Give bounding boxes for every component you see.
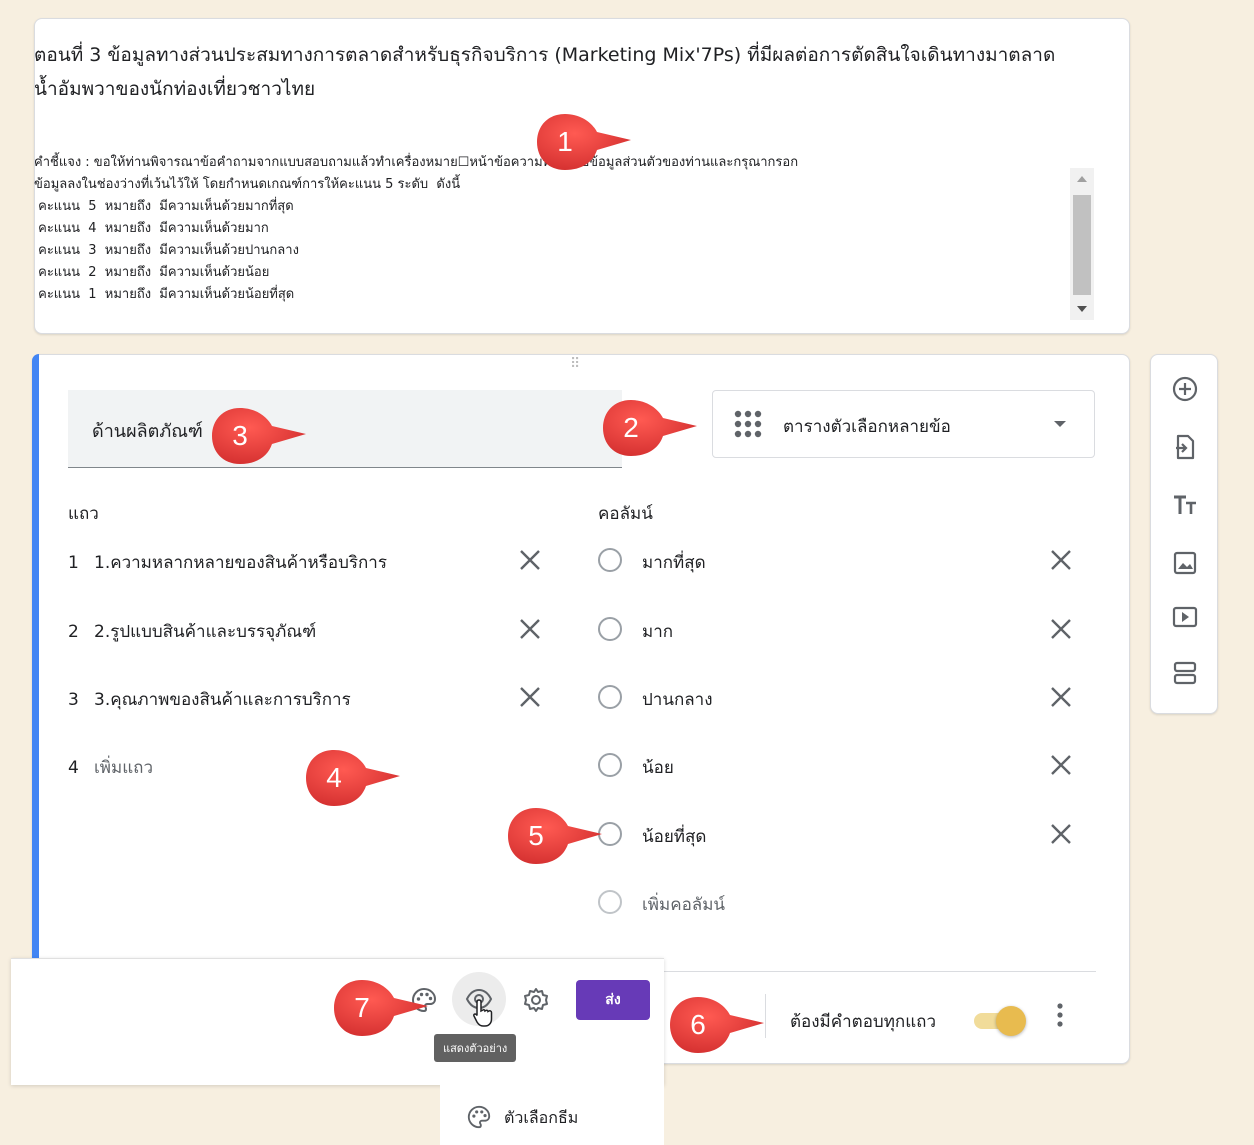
add-video-icon[interactable] (1171, 603, 1199, 631)
radio-icon (598, 617, 622, 641)
add-question-icon[interactable] (1171, 375, 1199, 403)
add-column-label: เพิ่มคอลัมน์ (642, 895, 726, 915)
chevron-down-icon (1054, 421, 1066, 427)
scrollbar-thumb[interactable] (1073, 195, 1091, 295)
grid-row-input[interactable]: 1 1.ความหลากหลายของสินค้าหรือบริการ (68, 549, 387, 576)
send-button[interactable]: ส่ง (576, 980, 650, 1020)
radio-icon (598, 548, 622, 572)
column-label: ปานกลาง (642, 690, 713, 710)
remove-column-icon[interactable] (1049, 753, 1073, 777)
column-label: มาก (642, 622, 674, 642)
grid-row-input[interactable]: 2 2.รูปแบบสินค้าและบรรจุภัณฑ์ (68, 618, 316, 645)
callout-number: 3 (232, 420, 248, 451)
callout-number: 6 (690, 1009, 706, 1040)
remove-column-icon[interactable] (1049, 617, 1073, 641)
columns-heading: คอลัมน์ (598, 504, 653, 524)
add-image-icon[interactable] (1171, 549, 1199, 577)
add-row-label: เพิ่มแถว (94, 758, 154, 778)
required-toggle[interactable] (974, 1006, 1026, 1036)
row-number: 1 (68, 553, 79, 573)
radio-icon (598, 685, 622, 709)
theme-options-menu-item[interactable]: ตัวเลือกธีม (440, 1084, 664, 1145)
description-line: คะแนน 2 หมายถึง มีความเห็นด้วยน้อย (34, 265, 270, 280)
callout-number: 7 (354, 992, 370, 1023)
description-scrollbar[interactable] (1070, 168, 1094, 320)
callout-marker: 1 (533, 110, 633, 174)
remove-column-icon[interactable] (1049, 548, 1073, 572)
add-title-icon[interactable] (1171, 491, 1199, 519)
question-title-text: ด้านผลิตภัณฑ์ (92, 421, 203, 442)
column-label: น้อย (642, 758, 674, 778)
row-label: 2.รูปแบบสินค้าและบรรจุภัณฑ์ (94, 622, 317, 642)
gear-icon[interactable] (522, 986, 550, 1014)
callout-number: 1 (557, 126, 573, 157)
callout-marker: 3 (208, 404, 308, 468)
row-number: 2 (68, 622, 79, 642)
theme-options-label: ตัวเลือกธีม (504, 1108, 579, 1127)
palette-icon (467, 1105, 491, 1129)
hand-cursor-icon (473, 999, 493, 1027)
row-label: 1.ความหลากหลายของสินค้าหรือบริการ (94, 553, 387, 573)
callout-number: 2 (623, 412, 639, 443)
rows-heading: แถว (68, 504, 99, 524)
section-title[interactable]: ตอนที่ 3 ข้อมูลทางส่วนประสมทางการตลาดสำห… (34, 38, 1074, 106)
callout-marker: 7 (330, 976, 430, 1040)
question-title-input[interactable]: ด้านผลิตภัณฑ์ (68, 390, 622, 468)
remove-row-icon[interactable] (518, 617, 542, 641)
grid-row-input[interactable]: 3 3.คุณภาพของสินค้าและการบริการ (68, 686, 351, 713)
row-number: 4 (68, 758, 79, 778)
remove-row-icon[interactable] (518, 685, 542, 709)
scroll-up-icon[interactable] (1077, 176, 1087, 182)
row-label: 3.คุณภาพของสินค้าและการบริการ (94, 690, 351, 710)
add-row-input[interactable]: 4 เพิ่มแถว (68, 754, 153, 781)
remove-column-icon[interactable] (1049, 685, 1073, 709)
section-description[interactable]: คำชี้แจง : ขอให้ท่านพิจารณาข้อคำถามจากแบ… (34, 152, 1060, 302)
radio-icon (598, 753, 622, 777)
question-active-accent (32, 354, 39, 960)
callout-marker: 4 (302, 746, 402, 810)
toggle-knob (996, 1006, 1026, 1036)
description-line: คะแนน 4 หมายถึง มีความเห็นด้วยมาก (34, 221, 269, 236)
callout-number: 5 (528, 820, 544, 851)
drag-handle-icon[interactable]: ⠿ (570, 357, 581, 371)
remove-column-icon[interactable] (1049, 822, 1073, 846)
callout-marker: 6 (666, 993, 766, 1057)
question-type-label: ตารางตัวเลือกหลายข้อ (783, 417, 951, 437)
callout-number: 4 (326, 762, 342, 793)
row-number: 3 (68, 690, 79, 710)
description-line: คะแนน 5 หมายถึง มีความเห็นด้วยมากที่สุด (34, 199, 294, 214)
more-vert-icon[interactable] (1052, 1002, 1068, 1028)
import-questions-icon[interactable] (1171, 433, 1199, 461)
preview-tooltip: แสดงตัวอย่าง (434, 1034, 517, 1062)
side-toolbar (1150, 354, 1218, 714)
grid-icon (734, 410, 762, 438)
scroll-down-icon[interactable] (1077, 306, 1087, 312)
description-line: ข้อมูลลงในช่องว่างที่เว้นไว้ให้ โดยกำหนด… (34, 177, 461, 192)
remove-row-icon[interactable] (518, 548, 542, 572)
preview-button[interactable] (452, 972, 506, 1027)
required-label: ต้องมีคำตอบทุกแถว (790, 1012, 937, 1032)
add-section-icon[interactable] (1171, 659, 1199, 687)
description-line: คะแนน 1 หมายถึง มีความเห็นด้วยน้อยที่สุด (34, 287, 295, 302)
question-type-dropdown[interactable]: ตารางตัวเลือกหลายข้อ (712, 390, 1095, 458)
callout-marker: 2 (599, 396, 699, 460)
radio-icon (598, 890, 622, 914)
description-line: คะแนน 3 หมายถึง มีความเห็นด้วยปานกลาง (34, 243, 299, 258)
callout-marker: 5 (504, 804, 604, 868)
column-label: มากที่สุด (642, 553, 706, 573)
column-label: น้อยที่สุด (642, 827, 707, 847)
footer-divider (664, 971, 1096, 972)
